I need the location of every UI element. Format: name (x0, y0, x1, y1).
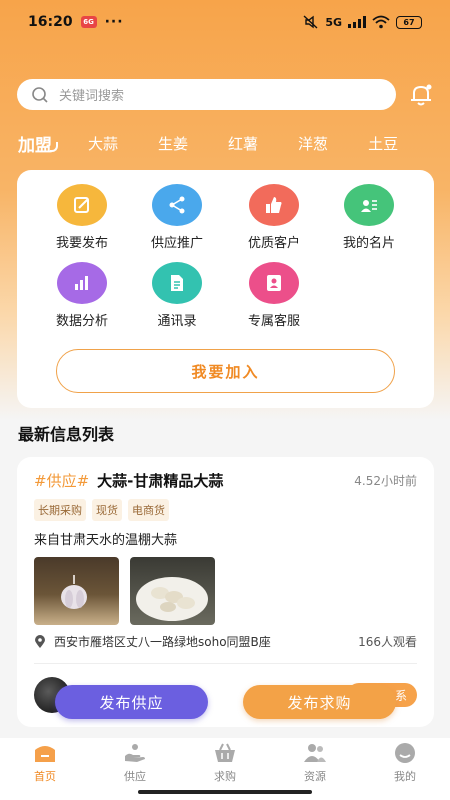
function-label: 我的名片 (342, 236, 395, 251)
publish-demand-button[interactable]: 发布求购 (243, 685, 396, 719)
divider (34, 663, 417, 664)
section-title: 最新信息列表 (18, 425, 115, 444)
search-icon (32, 86, 48, 103)
home-icon (35, 746, 55, 762)
location-pin-icon (35, 634, 45, 648)
signal-icon (348, 16, 366, 28)
category-tab-sweet-potato[interactable]: 红薯 (228, 133, 258, 154)
profile-icon (395, 743, 415, 763)
tab-profile[interactable]: 我的 (360, 738, 450, 800)
network-type: 5G (325, 15, 342, 29)
id-card-icon (344, 184, 394, 226)
function-contacts[interactable]: 通讯录 (137, 262, 217, 329)
post-image-garlic-cloves[interactable] (130, 557, 215, 625)
tab-label: 我的 (394, 770, 416, 783)
category-tab-potato[interactable]: 土豆 (368, 133, 398, 154)
status-more-dots: ··· (104, 14, 124, 30)
bar-chart-icon (57, 262, 107, 304)
tab-label: 资源 (304, 770, 326, 783)
post-badges: 长期采购 现货 电商货 (34, 499, 169, 521)
app-notification-icon: 6G (80, 16, 97, 28)
post-type-tag: #供应# (34, 472, 90, 490)
function-data-analysis[interactable]: 数据分析 (42, 262, 122, 329)
category-tab-onion[interactable]: 洋葱 (298, 133, 328, 154)
post-badge: 现货 (92, 499, 122, 521)
document-icon (152, 262, 202, 304)
basket-icon (215, 743, 235, 762)
status-bar: 16:20 6G ··· 5G 67 (0, 0, 450, 44)
post-badge: 电商货 (128, 499, 169, 521)
home-indicator (138, 790, 312, 794)
wifi-icon (372, 15, 390, 29)
agent-icon (249, 262, 299, 304)
publish-supply-button[interactable]: 发布供应 (55, 685, 208, 719)
post-time: 4.52小时前 (354, 474, 417, 488)
notification-bell-icon[interactable] (408, 82, 434, 108)
share-icon (152, 184, 202, 226)
function-label: 我要发布 (55, 236, 108, 251)
function-label: 通讯录 (157, 314, 197, 329)
post-views: 166人观看 (358, 635, 417, 649)
supply-icon (125, 744, 145, 762)
post-description: 来自甘肃天水的温棚大蒜 (34, 533, 178, 548)
search-input[interactable]: 关键词搜索 (17, 79, 396, 110)
category-tabs: 加盟 大蒜 生姜 红薯 洋葱 土豆 (18, 128, 438, 158)
post-location: 西安市雁塔区丈八一路绿地soho同盟B座 (54, 635, 271, 649)
tab-label: 首页 (34, 770, 56, 783)
battery-level: 67 (403, 17, 415, 27)
tab-label: 求购 (214, 770, 236, 783)
function-promote[interactable]: 供应推广 (137, 184, 217, 251)
function-publish[interactable]: 我要发布 (42, 184, 122, 251)
category-tab-ginger[interactable]: 生姜 (158, 133, 188, 154)
tab-home[interactable]: 首页 (0, 738, 90, 800)
post-title: 大蒜-甘肃精品大蒜 (97, 472, 224, 490)
thumbs-up-icon (249, 184, 299, 226)
function-grid-card: 我要发布 供应推广 优质客户 我的名片 数据分析 通讯录 专属客服 我要加入 (17, 170, 434, 408)
tab-label: 供应 (124, 770, 146, 783)
post-badge: 长期采购 (34, 499, 86, 521)
people-icon (304, 744, 326, 762)
post-header: #供应# 大蒜-甘肃精品大蒜 4.52小时前 (34, 470, 417, 491)
function-label: 优质客户 (247, 236, 300, 251)
category-tab-garlic[interactable]: 大蒜 (88, 133, 118, 154)
mute-icon (303, 15, 318, 29)
function-label: 专属客服 (247, 314, 300, 329)
function-customer-service[interactable]: 专属客服 (234, 262, 314, 329)
function-business-card[interactable]: 我的名片 (329, 184, 409, 251)
category-tab-join[interactable]: 加盟 (18, 131, 58, 156)
join-button[interactable]: 我要加入 (56, 349, 395, 393)
edit-icon (57, 184, 107, 226)
function-label: 供应推广 (150, 236, 203, 251)
search-placeholder: 关键词搜索 (59, 89, 125, 104)
post-location-row: 西安市雁塔区丈八一路绿地soho同盟B座 166人观看 (34, 633, 417, 650)
status-time: 16:20 (28, 14, 73, 30)
battery-icon: 67 (396, 15, 422, 29)
function-quality-customers[interactable]: 优质客户 (234, 184, 314, 251)
post-image-garlic-bulb[interactable] (34, 557, 119, 625)
function-label: 数据分析 (55, 314, 108, 329)
